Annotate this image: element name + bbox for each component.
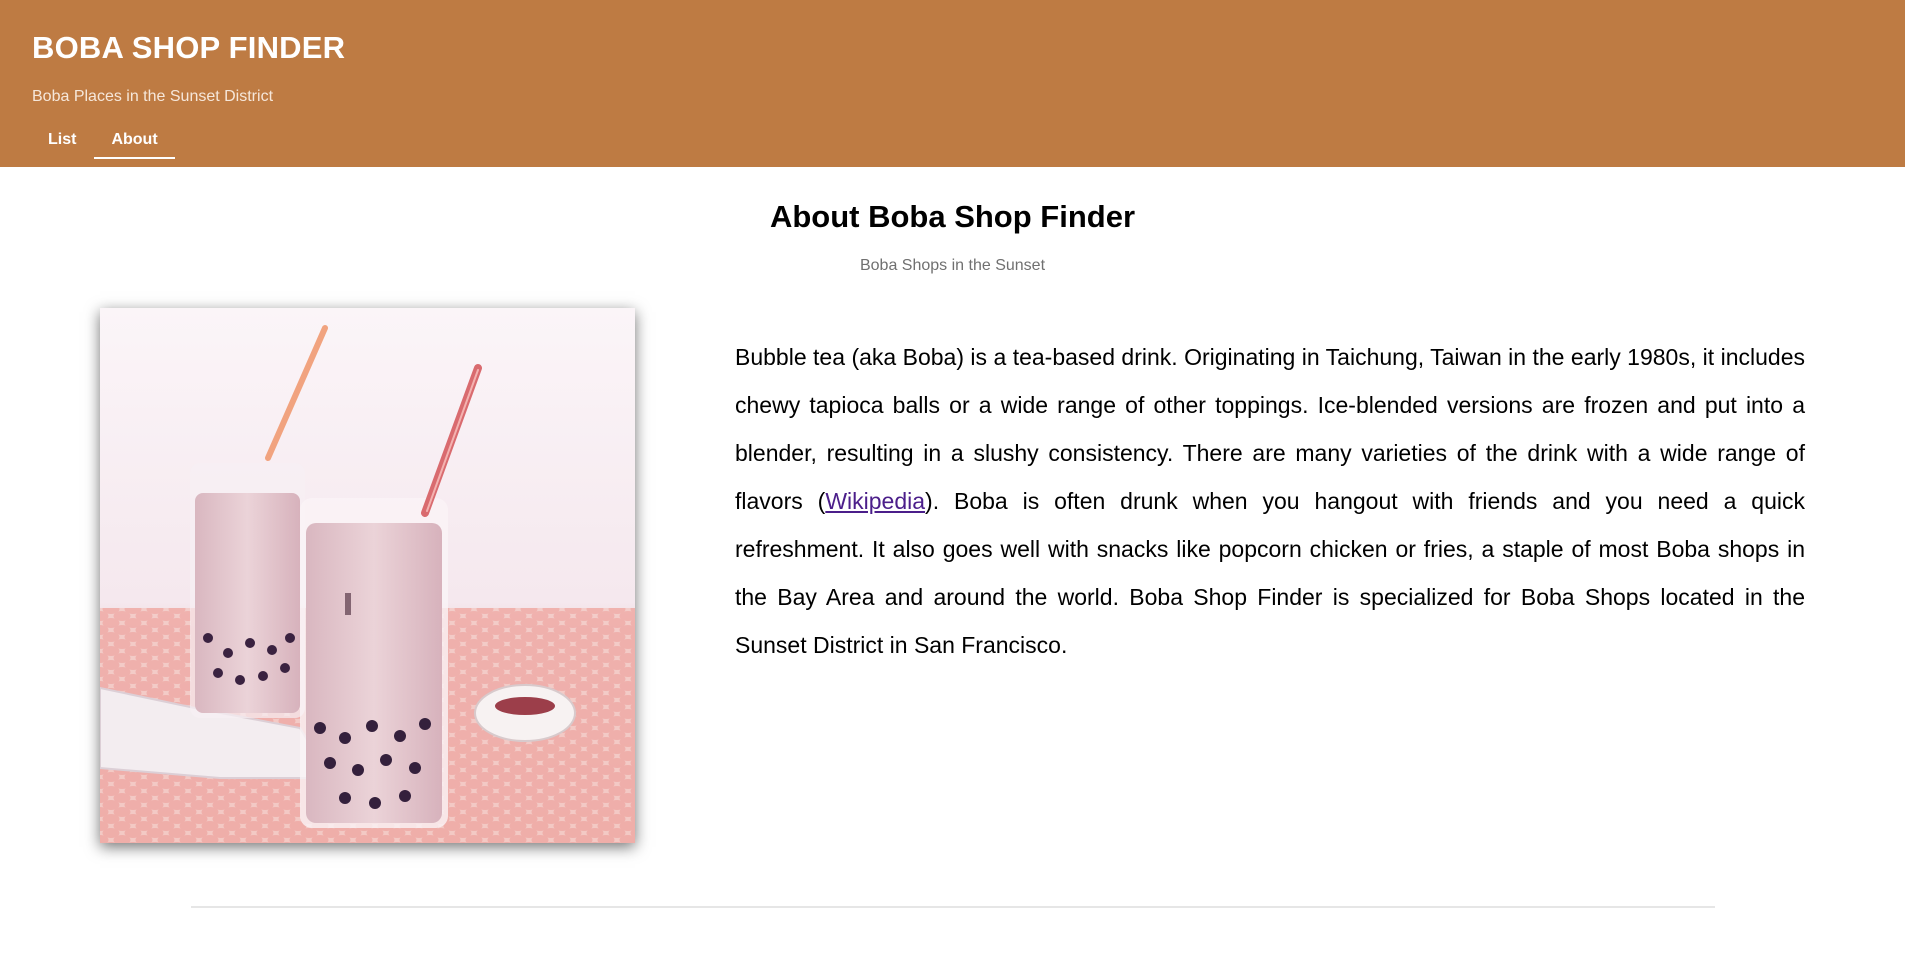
footer-divider xyxy=(191,906,1715,908)
boba-tea-image xyxy=(100,308,635,843)
tab-about[interactable]: About xyxy=(94,128,175,159)
front-glass-tea xyxy=(306,523,442,823)
tab-list[interactable]: List xyxy=(32,128,92,159)
page-subtitle: Boba Shops in the Sunset xyxy=(859,257,1046,274)
app-title: BOBA SHOP FINDER xyxy=(32,30,346,65)
back-glass-tea xyxy=(195,493,300,713)
about-paragraph: Bubble tea (aka Boba) is a tea-based dri… xyxy=(735,333,1805,669)
nav-tabs: List About xyxy=(32,128,175,160)
page-title: About Boba Shop Finder xyxy=(769,199,1136,234)
bowl-contents xyxy=(495,697,555,715)
app-header: BOBA SHOP FINDER Boba Places in the Suns… xyxy=(0,0,1905,167)
wikipedia-link[interactable]: Wikipedia xyxy=(825,488,925,514)
app-subtitle: Boba Places in the Sunset District xyxy=(32,88,274,105)
boba-tea-illustration xyxy=(100,308,635,843)
